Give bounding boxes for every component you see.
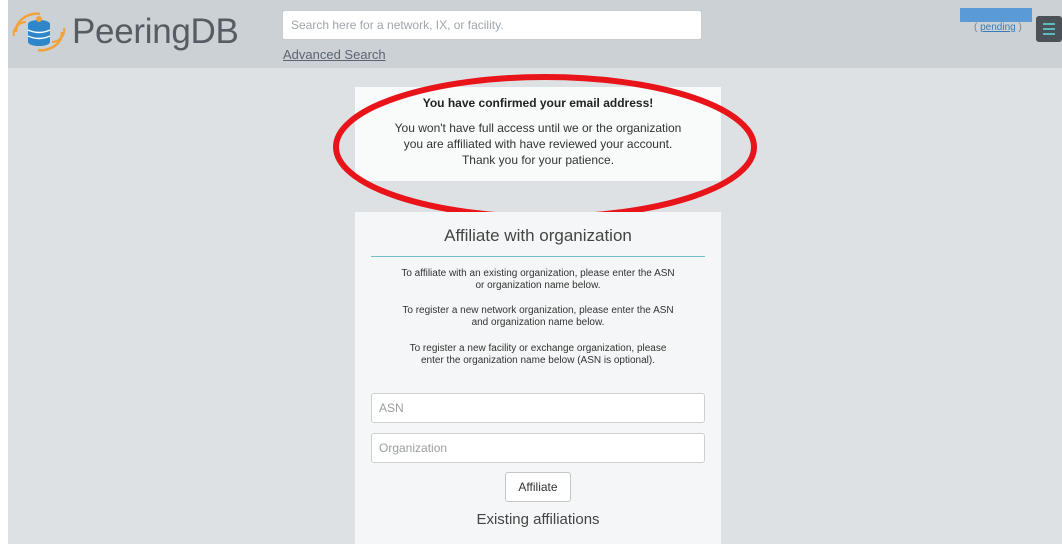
advanced-search-link[interactable]: Advanced Search (283, 47, 386, 62)
instruction-line: To register a new facility or exchange o… (409, 343, 667, 354)
notice-line: Thank you for your patience. (461, 153, 615, 167)
organization-input[interactable] (371, 433, 705, 463)
menu-bar (1043, 23, 1055, 25)
notice-title: You have confirmed your email address! (422, 96, 654, 110)
title-divider (371, 256, 705, 257)
affiliate-button[interactable]: Affiliate (505, 472, 571, 502)
page-frame: PeeringDB Advanced Search ( pending ) Yo… (8, 0, 1062, 544)
affiliate-title: Affiliate with organization (444, 226, 632, 245)
affiliate-instructions-existing: To affiliate with an existing organizati… (377, 268, 699, 292)
pending-status: ( pending ) (974, 22, 1022, 33)
notice-line: You won't have full access until we or t… (394, 121, 682, 135)
affiliate-instructions-network: To register a new network organization, … (377, 305, 699, 329)
logo-text: PeeringDB (72, 12, 239, 51)
notice-body: You won't have full access until we or t… (373, 120, 703, 168)
hamburger-menu-icon[interactable] (1036, 16, 1062, 42)
asn-input[interactable] (371, 393, 705, 423)
pending-close-paren: ) (1015, 22, 1022, 33)
email-confirmed-notice: You have confirmed your email address! Y… (355, 87, 721, 181)
status-banner (960, 8, 1032, 22)
peeringdb-logo[interactable]: PeeringDB (10, 10, 250, 54)
instruction-line: or organization name below. (475, 280, 601, 291)
top-header: PeeringDB Advanced Search ( pending ) (8, 0, 1062, 68)
affiliate-card: Affiliate with organization To affiliate… (355, 212, 721, 544)
affiliate-instructions-facility: To register a new facility or exchange o… (377, 343, 699, 367)
database-globe-icon (12, 12, 66, 52)
menu-bar (1043, 28, 1055, 30)
notice-line: you are affiliated with have reviewed yo… (403, 137, 673, 151)
instruction-line: To register a new network organization, … (402, 305, 674, 316)
search-input[interactable] (282, 10, 702, 40)
instruction-line: To affiliate with an existing organizati… (401, 268, 675, 279)
instruction-line: and organization name below. (471, 317, 605, 328)
pending-link[interactable]: pending (980, 22, 1016, 33)
menu-bar (1043, 33, 1055, 35)
existing-affiliations-heading: Existing affiliations (476, 511, 600, 528)
instruction-line: enter the organization name below (ASN i… (420, 355, 656, 366)
